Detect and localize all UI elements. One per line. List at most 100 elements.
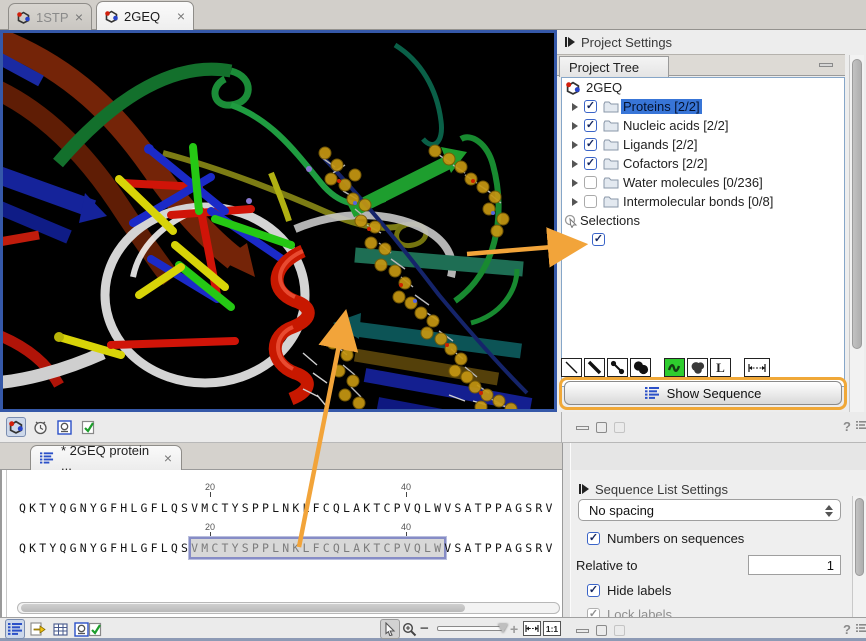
- zoom-tool-button[interactable]: [399, 619, 419, 639]
- help-icon[interactable]: ?: [843, 622, 851, 637]
- checkbox-hide-labels[interactable]: ✓: [587, 584, 600, 597]
- settings-scrollbar[interactable]: [852, 496, 866, 617]
- tree-root-2geq[interactable]: 2GEQ: [562, 78, 844, 97]
- expand-arrow-icon[interactable]: [572, 160, 578, 168]
- atom-style-toolbar: L: [561, 357, 770, 378]
- close-icon[interactable]: ×: [177, 10, 185, 22]
- maximize-icon[interactable]: [596, 422, 607, 433]
- table-view-button[interactable]: [50, 619, 70, 639]
- checkbox-current-selection[interactable]: ✓: [592, 233, 605, 246]
- validation-view-button[interactable]: [85, 619, 105, 639]
- minimize-icon[interactable]: [576, 629, 589, 633]
- style-spacefill-button[interactable]: [630, 358, 651, 377]
- zoom-in-icon[interactable]: +: [510, 621, 518, 637]
- element-info-view-button[interactable]: [54, 417, 74, 437]
- checkbox-intermolecular-bonds[interactable]: [584, 195, 597, 208]
- export-view-button[interactable]: [28, 619, 48, 639]
- molecule-3d-view[interactable]: [0, 30, 557, 412]
- project-settings-header[interactable]: Project Settings: [557, 30, 866, 54]
- style-thick-wireframe-button[interactable]: [584, 358, 605, 377]
- sequence-h-scrollbar[interactable]: [17, 602, 560, 614]
- zoom-out-icon[interactable]: −: [420, 620, 429, 637]
- style-surface-button[interactable]: [687, 358, 708, 377]
- zoom-100-button[interactable]: 1:1: [543, 621, 561, 636]
- sequence-settings-header[interactable]: Sequence List Settings: [571, 477, 866, 501]
- numbers-on-sequences-row[interactable]: ✓ Numbers on sequences: [587, 531, 744, 546]
- sequence-editor-tab[interactable]: * 2GEQ protein ... ×: [30, 445, 182, 470]
- expand-arrow-icon[interactable]: [572, 179, 578, 187]
- sequence-view[interactable]: 20 40 QKTYQGNYGFHLGFLQSVMCTYSPPLNKLFCQLA…: [0, 470, 563, 617]
- tree-item-water-molecules[interactable]: Water molecules [0/236]: [562, 173, 844, 192]
- tree-item-selections[interactable]: Selections: [562, 211, 844, 230]
- side-panel-toggle-icon[interactable]: [856, 624, 866, 634]
- relative-to-input[interactable]: 1: [748, 555, 841, 575]
- project-tree-tab[interactable]: Project Tree: [559, 56, 669, 77]
- sequence-row-2[interactable]: QKTYQGNYGFHLGFLQSVMCTYSPPLNKLFCQLAKTCPVQ…: [19, 541, 556, 555]
- 3d-view-button[interactable]: [6, 417, 26, 437]
- ruler-label-40: 40: [401, 482, 411, 492]
- tree-item-current-selection[interactable]: ✓: [562, 230, 844, 249]
- fit-width-button[interactable]: [523, 621, 541, 636]
- close-icon[interactable]: ×: [75, 11, 83, 23]
- checkbox-proteins[interactable]: ✓: [584, 100, 597, 113]
- tab-2geq[interactable]: 2GEQ ×: [96, 1, 194, 30]
- sequence-selection[interactable]: VMCTYSPPLNKLFCQLAKTCPVQLW: [191, 539, 444, 557]
- detach-icon[interactable]: [614, 625, 625, 636]
- expand-arrow-icon[interactable]: [572, 103, 578, 111]
- sequence-row-1[interactable]: QKTYQGNYGFHLGFLQSVMCTYSPPLNKLFCQLAKTCPVQ…: [19, 501, 556, 515]
- maximize-icon[interactable]: [596, 625, 607, 636]
- tree-item-cofactors[interactable]: ✓ Cofactors [2/2]: [562, 154, 844, 173]
- detach-icon[interactable]: [614, 422, 625, 433]
- tree-item-ligands[interactable]: ✓ Ligands [2/2]: [562, 135, 844, 154]
- style-wireframe-button[interactable]: [561, 358, 582, 377]
- editor-frame-line: [6, 470, 7, 617]
- lock-labels-row[interactable]: ✓ Lock labels: [587, 607, 672, 617]
- style-cartoon-button-selected[interactable]: [664, 358, 685, 377]
- zoom-slider-thumb[interactable]: [498, 624, 508, 633]
- checkbox-cofactors[interactable]: ✓: [584, 157, 597, 170]
- checkbox-ligands[interactable]: ✓: [584, 138, 597, 151]
- spacing-dropdown[interactable]: No spacing: [578, 499, 841, 521]
- show-sequence-label: Show Sequence: [667, 386, 762, 401]
- project-panel-scrollbar[interactable]: [849, 55, 864, 412]
- history-view-button[interactable]: [30, 417, 50, 437]
- project-tree: 2GEQ ✓ Proteins [2/2] ✓ Nucleic acids [2…: [561, 77, 845, 387]
- checkbox-numbers-on-sequences[interactable]: ✓: [587, 532, 600, 545]
- expand-arrow-icon[interactable]: [572, 198, 578, 206]
- checkbox-lock-labels[interactable]: ✓: [587, 608, 600, 617]
- checkbox-nucleic-acids[interactable]: ✓: [584, 119, 597, 132]
- help-icon[interactable]: ?: [843, 419, 851, 434]
- tree-item-label: Ligands [2/2]: [621, 137, 699, 152]
- scrollbar-thumb[interactable]: [21, 604, 465, 612]
- validation-view-button[interactable]: [78, 417, 98, 437]
- expand-arrow-icon[interactable]: [572, 141, 578, 149]
- minimize-tab-group-icon[interactable]: [819, 63, 833, 67]
- panel-splitter[interactable]: [562, 443, 571, 617]
- show-sequence-button[interactable]: Show Sequence: [564, 381, 842, 405]
- hide-labels-row[interactable]: ✓ Hide labels: [587, 583, 671, 598]
- tree-item-intermolecular-bonds[interactable]: Intermolecular bonds [0/8]: [562, 192, 844, 211]
- clock-icon: [33, 420, 48, 435]
- style-distance-button[interactable]: [744, 358, 770, 377]
- checkbox-water-molecules[interactable]: [584, 176, 597, 189]
- tree-item-nucleic-acids[interactable]: ✓ Nucleic acids [2/2]: [562, 116, 844, 135]
- sequence-list-settings-panel: Sequence List Settings No spacing ✓ Numb…: [571, 470, 866, 617]
- sequence-list-view-button[interactable]: [5, 619, 25, 639]
- project-settings-panel: Project Settings Project Tree 2GEQ ✓ Pro…: [557, 30, 866, 412]
- table-icon: [53, 623, 68, 636]
- tree-item-proteins[interactable]: ✓ Proteins [2/2]: [562, 97, 844, 116]
- style-ball-stick-button[interactable]: [607, 358, 628, 377]
- side-panel-toggle-icon[interactable]: [856, 421, 866, 431]
- close-icon[interactable]: ×: [164, 452, 172, 464]
- relative-to-label: Relative to: [576, 558, 637, 573]
- style-label-button[interactable]: L: [710, 358, 731, 377]
- expand-arrow-icon[interactable]: [572, 122, 578, 130]
- pointer-tool-button[interactable]: [380, 619, 400, 639]
- zoom-slider[interactable]: [437, 626, 505, 631]
- folder-icon: [603, 139, 619, 151]
- tree-item-label: Nucleic acids [2/2]: [621, 118, 731, 133]
- folder-icon: [603, 177, 619, 189]
- document-tab-bar: 1STP × 2GEQ ×: [0, 0, 866, 30]
- minimize-icon[interactable]: [576, 426, 589, 430]
- tab-1stp[interactable]: 1STP ×: [8, 3, 92, 30]
